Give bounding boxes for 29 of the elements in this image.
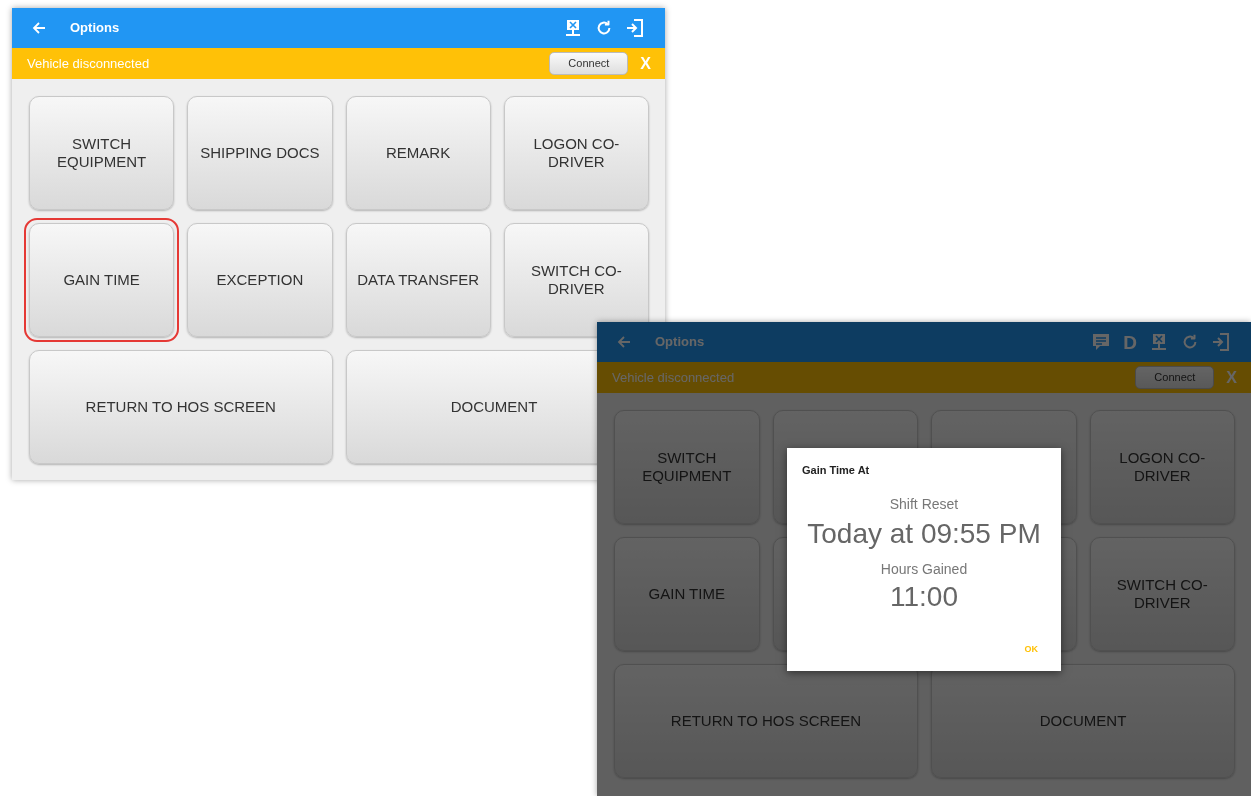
- dialog-value: 11:00: [890, 580, 958, 614]
- option-button[interactable]: LOGON CO-DRIVER: [503, 96, 649, 210]
- option-button[interactable]: EXCEPTION: [187, 223, 333, 337]
- message-icon[interactable]: [1091, 332, 1112, 352]
- logout-icon[interactable]: [625, 18, 645, 38]
- refresh-icon[interactable]: [1181, 333, 1199, 351]
- option-button[interactable]: GAIN TIME: [29, 223, 175, 337]
- dialog-label: Hours Gained: [880, 560, 968, 579]
- logout-icon[interactable]: [1211, 332, 1231, 352]
- banner-text: Vehicle disconnected: [612, 368, 735, 387]
- banner-text: Vehicle disconnected: [27, 54, 150, 73]
- screen-title: Options: [655, 333, 705, 352]
- option-button[interactable]: DATA TRANSFER: [345, 223, 491, 337]
- connect-button[interactable]: Connect: [549, 52, 629, 75]
- dialog-label: Shift Reset: [889, 495, 959, 514]
- network-x-icon[interactable]: [563, 18, 583, 38]
- dialog-title: Gain Time At: [802, 462, 870, 478]
- back-arrow-icon[interactable]: [617, 335, 631, 349]
- option-button[interactable]: SHIPPING DOCS: [187, 96, 333, 210]
- option-button[interactable]: SWITCH CO-DRIVER: [503, 223, 649, 337]
- option-button[interactable]: SWITCH EQUIPMENT: [29, 96, 175, 210]
- dialog-value: Today at 09:55 PM: [807, 517, 1041, 551]
- back-arrow-icon[interactable]: [32, 21, 46, 35]
- refresh-icon[interactable]: [595, 19, 613, 37]
- screen-title: Options: [70, 19, 120, 38]
- option-button[interactable]: REMARK: [345, 96, 491, 210]
- option-button[interactable]: RETURN TO HOS SCREEN: [29, 350, 333, 464]
- option-button[interactable]: DOCUMENT: [345, 350, 599, 464]
- network-x-icon[interactable]: [1149, 332, 1169, 352]
